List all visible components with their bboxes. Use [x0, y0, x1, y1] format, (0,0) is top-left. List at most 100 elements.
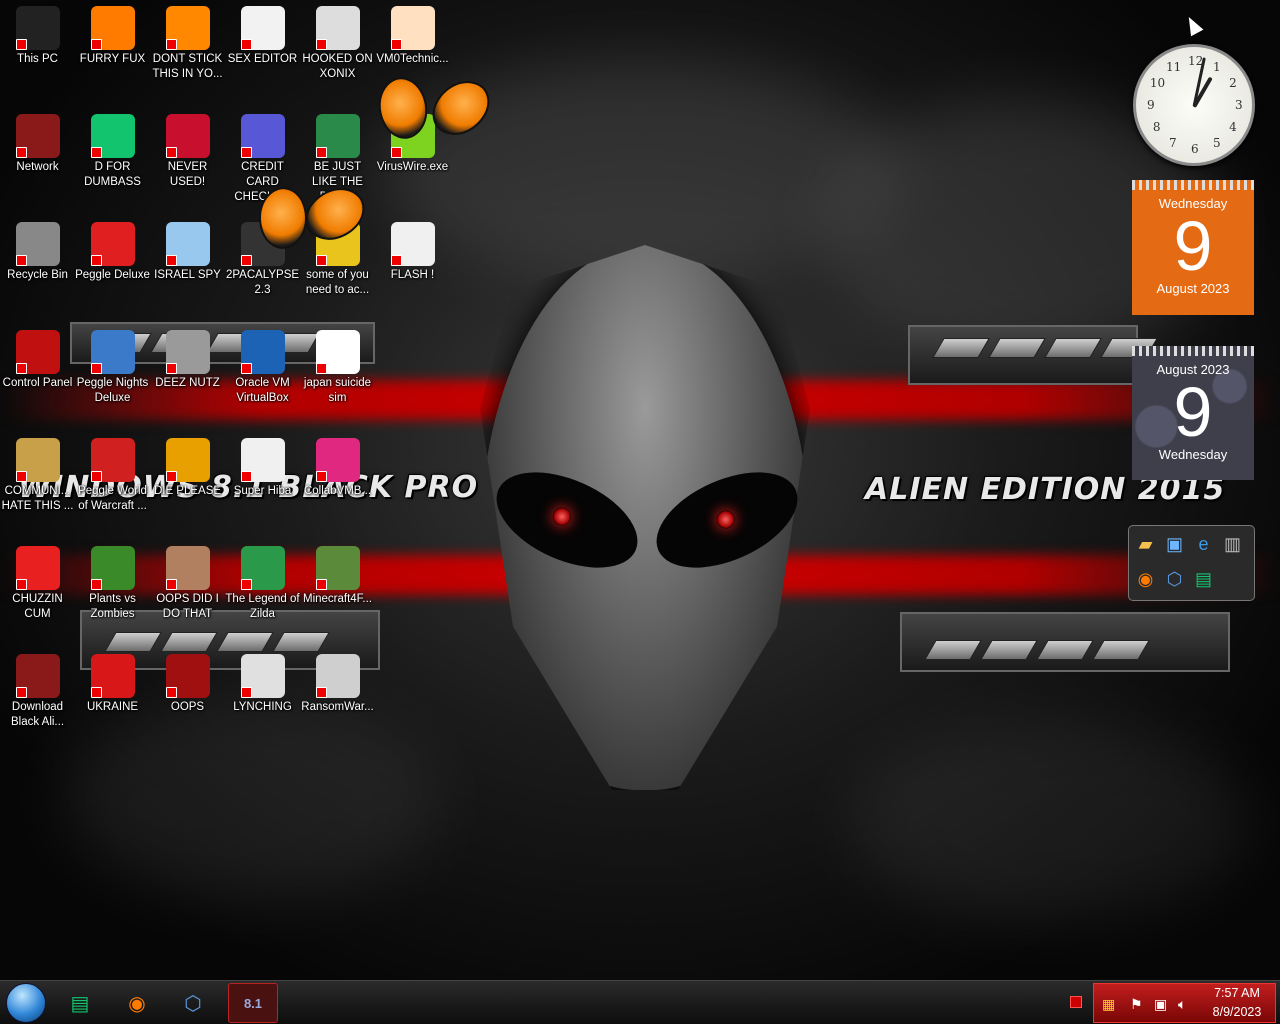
firefox-icon[interactable]: ◉ [1133, 565, 1158, 593]
desktop-icon-label: UKRAINE [86, 701, 139, 713]
tray-date[interactable]: 8/9/2023 [1205, 1005, 1269, 1019]
desktop-icon-label: Recycle Bin [7, 269, 68, 281]
desktop-icon[interactable]: DONT STICK THIS IN YO... [150, 0, 225, 100]
recycle-bin-icon [15, 222, 60, 266]
de-app-icon [165, 438, 210, 482]
desktop-icon[interactable]: D FOR DUMBASS [75, 108, 150, 208]
radiation-icon [90, 654, 135, 698]
skull-icon [315, 654, 360, 698]
desktop-icon[interactable]: Super Hiba [225, 432, 300, 532]
hex-editor-icon [240, 6, 285, 50]
chat-app-icon[interactable]: ▤ [1191, 565, 1216, 593]
desktop-icon-label: Download Black Ali... [10, 701, 65, 728]
desktop-icon[interactable]: Recycle Bin [0, 216, 75, 316]
desktop-icon[interactable]: LYNCHING [225, 648, 300, 748]
chuzzle-icon [15, 546, 60, 590]
desktop-icon-label: This PC [17, 53, 58, 65]
desktop-icon[interactable]: Plants vs Zombies [75, 540, 150, 640]
computer-icon [15, 6, 60, 50]
desktop-icon-label: The Legend of Zilda [225, 593, 300, 620]
virtualbox-icon[interactable]: ⬡ [1162, 565, 1187, 593]
desktop-icon-label: RansomWar... [301, 701, 374, 713]
clock-numeral: 10 [1149, 76, 1166, 90]
desktop-icon[interactable]: ISRAEL SPY [150, 216, 225, 316]
desktop-icon[interactable]: Peggle World of Warcraft ... [75, 432, 150, 532]
desktop-icon-label: Network [16, 161, 59, 173]
clock-numeral: 8 [1152, 120, 1161, 134]
desktop-icon-label: COMMUNI... HATE THIS ... [1, 485, 74, 512]
desktop-icon[interactable]: The Legend of Zilda [225, 540, 300, 640]
tray-app-icon[interactable]: ▦ [1102, 996, 1115, 1013]
peggle-icon [90, 222, 135, 266]
folder-icon[interactable]: ▰ [1133, 530, 1158, 558]
alien-download-icon [15, 654, 60, 698]
clock-numeral: 5 [1213, 136, 1221, 151]
desktop-icon[interactable]: NEVER USED! [150, 108, 225, 208]
desktop-icon[interactable]: OOPS [150, 648, 225, 748]
taskbar-firefox-icon[interactable]: ◉ [112, 983, 162, 1023]
desktop-icon[interactable]: DEEZ NUTZ [150, 324, 225, 424]
desktop-icon[interactable]: CollabVMB... [300, 432, 375, 532]
desktop-icon[interactable]: RansomWar... [300, 648, 375, 748]
desktop-icon[interactable]: Peggle Deluxe [75, 216, 150, 316]
desktop-icon-label: HOOKED ON XONIX [302, 53, 373, 80]
desktop-icon[interactable]: OOPS DID I DO THAT [150, 540, 225, 640]
calendar-day-name: Wednesday [1158, 447, 1228, 462]
zelda-icon [240, 546, 285, 590]
network-tray-icon[interactable]: ▣ [1154, 996, 1167, 1013]
calendar-day-number: 9 [1173, 373, 1213, 451]
internet-explorer-icon[interactable]: e [1191, 530, 1216, 558]
tree-network-icon [240, 654, 285, 698]
desktop-icon[interactable]: Oracle VM VirtualBox [225, 324, 300, 424]
tray-time[interactable]: 7:57 AM [1205, 986, 1269, 1000]
calendar-gadget-orange[interactable]: Wednesday 9 August 2023 [1132, 180, 1254, 315]
desktop-icon-label: CollabVMB... [303, 485, 372, 497]
clock-numeral: 2 [1229, 76, 1237, 90]
desktop-icon[interactable]: HOOKED ON XONIX [300, 0, 375, 100]
desktop-icon[interactable]: Minecraft4F... [300, 540, 375, 640]
desktop-icon-label: VirusWire.exe [376, 161, 449, 173]
recycle-bin-icon[interactable]: ▥ [1220, 530, 1245, 558]
action-center-flag-icon[interactable]: ⚑ [1130, 996, 1143, 1013]
desktop-icon[interactable]: FLASH ! [375, 216, 450, 316]
calendar-gadget-dark[interactable]: August 2023 9 Wednesday [1132, 346, 1254, 480]
pixel-cat-icon [240, 438, 285, 482]
desktop-icon-label: DEEZ NUTZ [155, 377, 220, 389]
stack-icon [165, 330, 210, 374]
desktop-icon-label: CHUZZIN CUM [12, 593, 63, 620]
network-icon[interactable]: ▣ [1162, 530, 1187, 558]
taskbar-chat-app-icon[interactable]: ▤ [55, 983, 105, 1023]
desktop-icon[interactable]: CHUZZIN CUM [0, 540, 75, 640]
analog-clock-gadget[interactable]: 12 1 2 3 4 5 6 7 8 9 10 11 [1133, 44, 1255, 166]
desktop-icon[interactable]: SEX EDITOR [225, 0, 300, 100]
desktop-icon[interactable]: japan suicide sim [300, 324, 375, 424]
taskbar-virtualbox-icon[interactable]: ⬡ [168, 983, 218, 1023]
desktop-icon-label: Super Hiba [233, 485, 292, 497]
clock-numeral: 1 [1213, 59, 1221, 74]
document-icon [315, 330, 360, 374]
clock-numeral: 3 [1235, 98, 1243, 112]
volume-icon[interactable]: 🔈︎ [1178, 996, 1186, 1013]
chat-app-icon [90, 114, 135, 158]
virtualbox-icon [240, 330, 285, 374]
desktop-icon-label: Peggle World of Warcraft ... [78, 485, 147, 512]
desktop-icon[interactable]: Peggle Nights Deluxe [75, 324, 150, 424]
desktop-icon-label: OOPS DID I DO THAT [156, 593, 219, 620]
desktop-icon[interactable]: Download Black Ali... [0, 648, 75, 748]
tray-overflow-icon[interactable] [1070, 996, 1082, 1008]
desktop-icon[interactable]: DIE PLEASE [150, 432, 225, 532]
desktop-icon[interactable]: Network [0, 108, 75, 208]
collab-vm-icon [315, 438, 360, 482]
peggle-wow-icon [90, 438, 135, 482]
desktop-icon[interactable]: COMMUNI... HATE THIS ... [0, 432, 75, 532]
desktop-icon-label: ISRAEL SPY [154, 269, 221, 281]
alien-network-icon [15, 114, 60, 158]
desktop-icon-label: DIE PLEASE [153, 485, 222, 497]
taskbar-windows81-icon[interactable]: 8.1 [228, 983, 278, 1023]
desktop-icon-label: Minecraft4F... [302, 593, 373, 605]
desktop-icon[interactable]: UKRAINE [75, 648, 150, 748]
desktop-icon[interactable]: FURRY FUX [75, 0, 150, 100]
start-button[interactable] [6, 983, 46, 1023]
desktop-icon[interactable]: Control Panel [0, 324, 75, 424]
desktop-icon[interactable]: This PC [0, 0, 75, 100]
